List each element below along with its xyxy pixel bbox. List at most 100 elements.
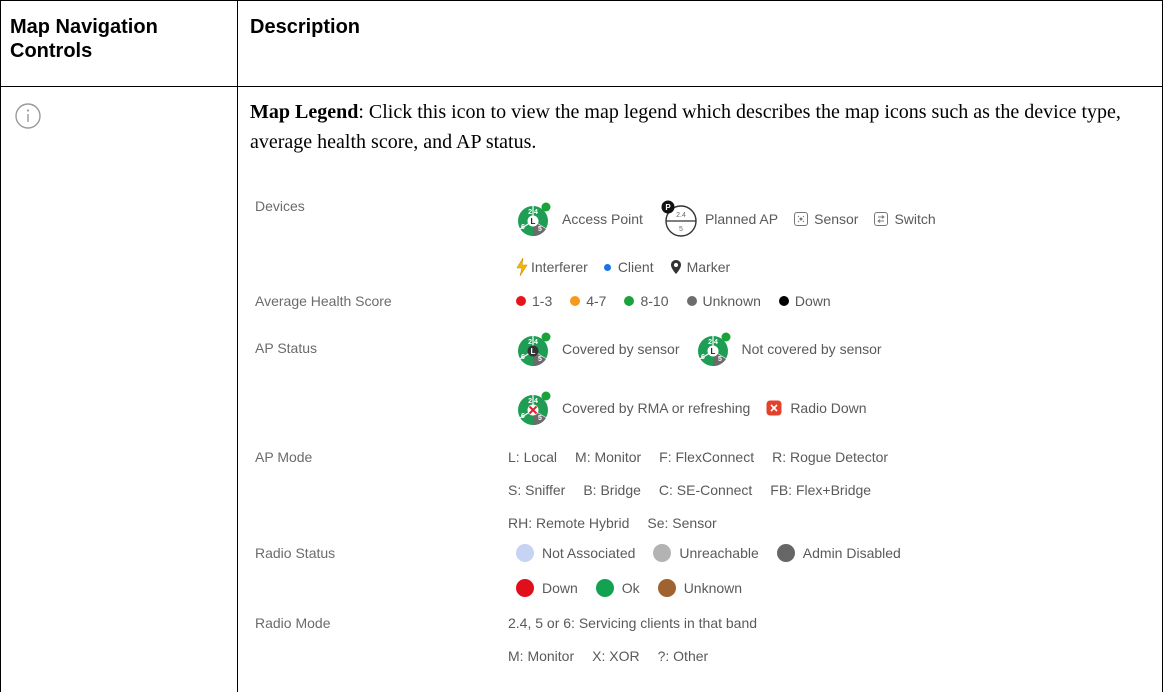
radio-status-label: Admin Disabled — [802, 545, 901, 561]
svg-text:2.4: 2.4 — [528, 209, 538, 216]
svg-text:6: 6 — [701, 354, 705, 361]
radio-status-label: Unreachable — [679, 545, 759, 561]
radio-mode-servicing: 2.4, 5 or 6: Servicing clients in that b… — [508, 615, 758, 631]
legend-client: Client — [617, 259, 654, 275]
radio-status-item: Unknown — [657, 579, 742, 597]
legend-ap-status-row1: L 2.4 6 5 Covered by sensor L 2.4 6 5 No… — [516, 329, 882, 369]
map-legend-description: Map Legend: Click this icon to view the … — [250, 97, 1150, 157]
legend-radio-mode-line1: 2.4, 5 or 6: Servicing clients in that b… — [508, 615, 757, 631]
ap-mode-rogue-detector: R: Rogue Detector — [772, 449, 889, 465]
radio-status-dot — [516, 579, 534, 597]
radio-status-item: Ok — [595, 579, 640, 597]
health-score-label: Unknown — [702, 293, 761, 309]
legend-sensor: Sensor — [814, 211, 859, 227]
legend-covered-by-rma: Covered by RMA or refreshing — [562, 400, 751, 416]
legend-ap-status-row2: 2.4 6 5 Covered by RMA or refreshing Rad… — [516, 388, 867, 428]
radio-mode-other: ?: Other — [657, 648, 709, 664]
health-score-dot — [778, 296, 789, 306]
ap-covered-by-sensor-icon: L 2.4 6 5 — [518, 332, 551, 367]
legend-switch: Switch — [894, 211, 936, 227]
legend-interferer: Interferer — [531, 259, 588, 275]
radio-status-item: Admin Disabled — [776, 544, 901, 562]
ap-mode-se-connect: C: SE-Connect — [658, 482, 753, 498]
legend-label-ap-status: AP Status — [255, 340, 318, 356]
radio-status-item: Not Associated — [516, 544, 635, 562]
svg-text:2.4: 2.4 — [528, 398, 538, 405]
svg-text:L: L — [531, 347, 536, 356]
svg-text:5: 5 — [718, 356, 722, 363]
health-score-item: Unknown — [686, 293, 761, 309]
header-map-navigation-controls: Map Navigation Controls — [10, 16, 158, 62]
ap-mode-local: L: Local — [508, 449, 558, 465]
legend-radio-down: Radio Down — [790, 400, 867, 416]
marker-icon — [670, 260, 681, 274]
svg-text:5: 5 — [538, 356, 542, 363]
legend-label-ap-mode: AP Mode — [255, 449, 313, 465]
health-score-dot — [570, 296, 581, 306]
svg-text:L: L — [710, 347, 715, 356]
legend-planned-ap: Planned AP — [704, 211, 779, 227]
radio-status-item: Unreachable — [653, 544, 759, 562]
legend-marker: Marker — [686, 259, 731, 275]
legend-radio-status-line1: Not Associated Unreachable Admin Disabled — [516, 544, 919, 562]
legend-radio-status-line2: Down Ok Unknown — [516, 579, 760, 597]
legend-ap-mode-line3: RH: Remote Hybrid Se: Sensor — [508, 515, 735, 531]
legend-access-point: Access Point — [562, 211, 643, 227]
health-score-label: Down — [794, 293, 831, 309]
svg-text:P: P — [665, 203, 671, 212]
legend-devices-row2: Interferer Client Marker — [516, 258, 730, 276]
legend-covered-by-sensor: Covered by sensor — [562, 341, 680, 357]
radio-status-dot — [595, 579, 614, 597]
ap-mode-remote-hybrid: RH: Remote Hybrid — [508, 515, 630, 531]
access-point-icon: L 2.4 6 5 — [518, 202, 551, 237]
health-score-dot — [686, 296, 697, 306]
info-icon[interactable] — [14, 102, 42, 130]
legend-label-health: Average Health Score — [255, 293, 392, 309]
header-description: Description — [250, 16, 361, 38]
sensor-icon — [794, 212, 809, 226]
legend-radio-mode-line2: M: Monitor X: XOR ?: Other — [508, 648, 726, 664]
radio-status-item: Down — [516, 579, 578, 597]
map-legend-title: Map Legend — [250, 101, 359, 123]
planned-ap-icon: 2.4 5 P — [661, 200, 697, 237]
legend-ap-mode-line2: S: Sniffer B: Bridge C: SE-Connect FB: F… — [508, 482, 889, 498]
svg-text:2.4: 2.4 — [676, 212, 686, 219]
health-score-item: 8-10 — [624, 293, 669, 309]
health-score-item: 4-7 — [570, 293, 606, 309]
radio-mode-xor: X: XOR — [592, 648, 640, 664]
radio-status-label: Down — [542, 580, 578, 596]
radio-status-dot — [516, 544, 534, 562]
ap-rma-icon: 2.4 6 5 — [518, 391, 551, 426]
navigation-controls-table: Map Navigation Controls Description Map … — [0, 0, 1163, 692]
svg-text:6: 6 — [521, 413, 525, 420]
svg-text:2.4: 2.4 — [528, 339, 538, 346]
svg-text:2.4: 2.4 — [708, 339, 718, 346]
legend-health-row: 1-3 4-7 8-10 Unknown Down — [516, 293, 849, 309]
legend-ap-mode-line1: L: Local M: Monitor F: FlexConnect R: Ro… — [508, 449, 906, 465]
ap-mode-sniffer: S: Sniffer — [508, 482, 566, 498]
radio-status-dot — [657, 579, 676, 597]
radio-status-label: Not Associated — [542, 545, 636, 561]
health-score-label: 1-3 — [532, 293, 553, 309]
ap-mode-flex-bridge: FB: Flex+Bridge — [770, 482, 872, 498]
radio-status-dot — [776, 544, 795, 562]
legend-label-radio-mode: Radio Mode — [255, 615, 331, 631]
ap-mode-bridge: B: Bridge — [583, 482, 641, 498]
health-score-dot — [516, 296, 526, 306]
svg-text:5: 5 — [538, 226, 542, 233]
map-legend: Devices L 2.4 6 5 Access Point 2.4 5 P P… — [255, 186, 1155, 692]
radio-status-label: Ok — [621, 580, 640, 596]
health-score-item: Down — [778, 293, 831, 309]
client-icon — [603, 263, 611, 271]
svg-text:6: 6 — [521, 224, 525, 231]
svg-text:5: 5 — [679, 226, 683, 233]
health-score-label: 4-7 — [586, 293, 607, 309]
radio-down-icon — [766, 400, 782, 416]
health-score-label: 8-10 — [640, 293, 669, 309]
health-score-dot — [624, 296, 635, 306]
switch-icon — [874, 212, 889, 226]
health-score-item: 1-3 — [516, 293, 552, 309]
svg-text:5: 5 — [538, 415, 542, 422]
radio-status-dot — [653, 544, 672, 562]
ap-not-covered-icon: L 2.4 6 5 — [697, 332, 731, 367]
